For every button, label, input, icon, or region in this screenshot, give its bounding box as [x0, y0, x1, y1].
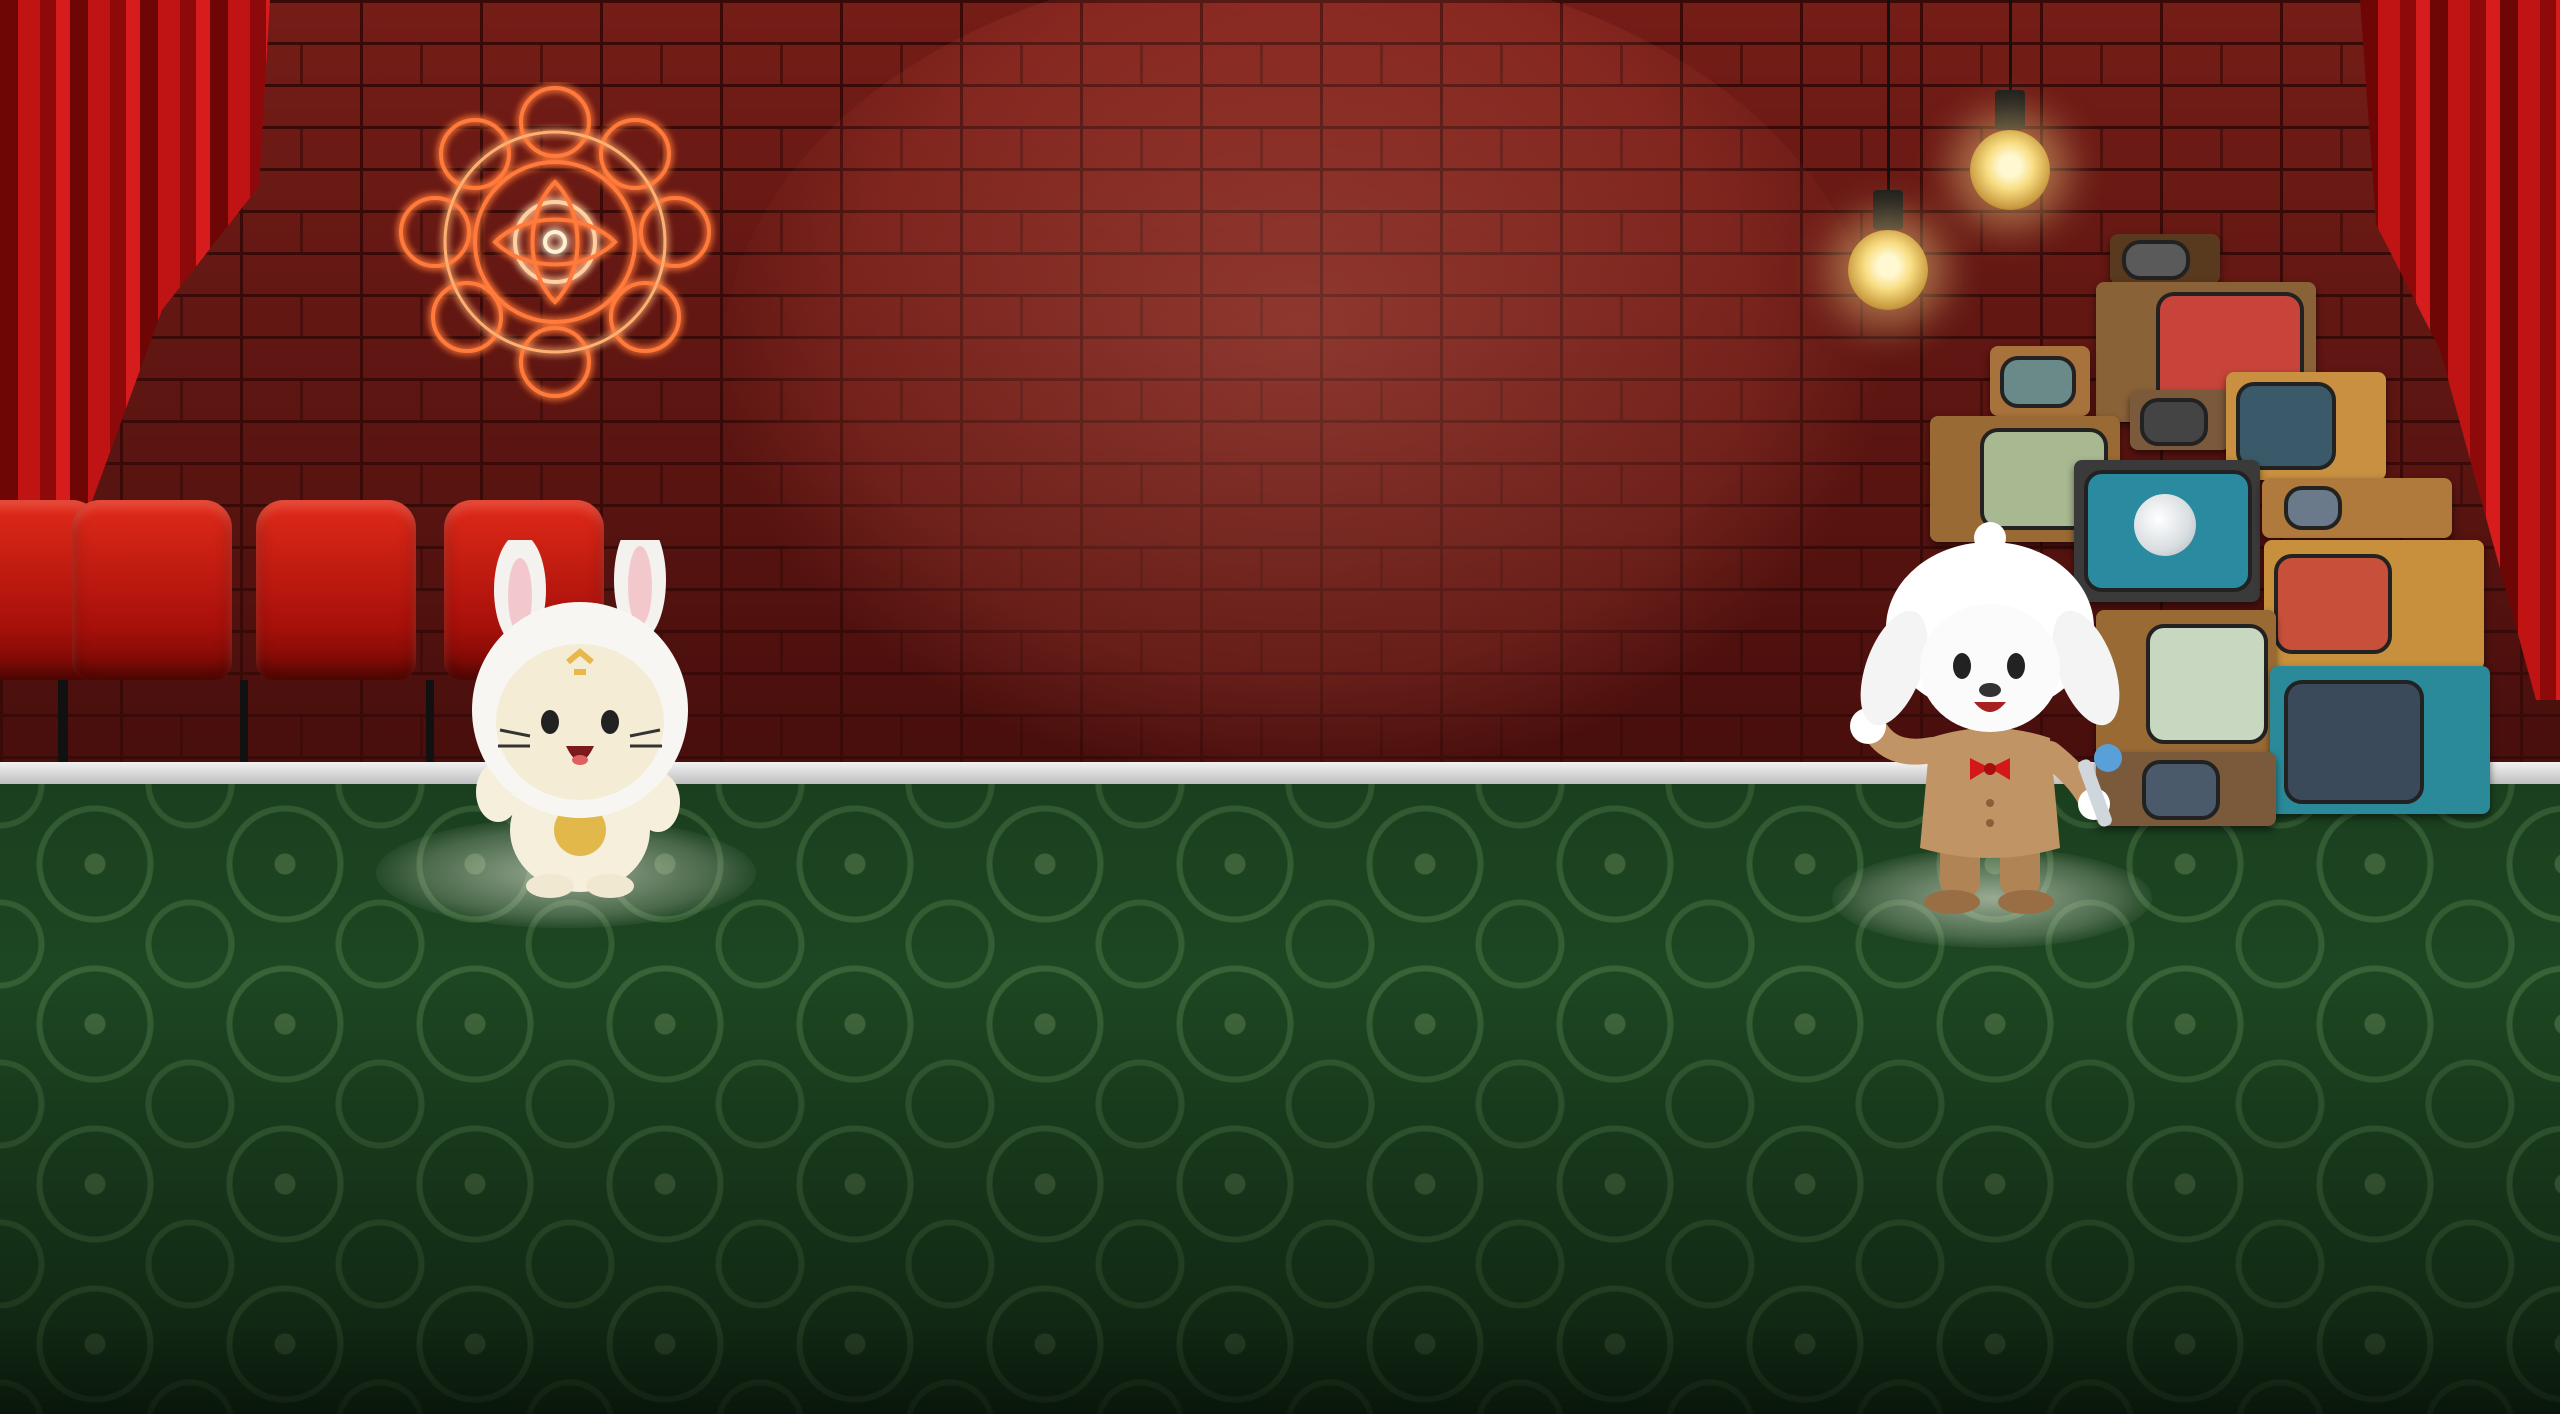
tv-set — [2264, 540, 2484, 670]
white-sheep-with-microphone[interactable] — [1840, 518, 2140, 918]
tv-set — [2270, 666, 2490, 814]
mooncake-neon-icon — [399, 86, 711, 398]
chair-seat — [256, 500, 416, 680]
chair-seat — [72, 500, 232, 680]
tv-set — [2262, 478, 2452, 538]
game-stage — [0, 0, 2560, 1414]
hanging-bulb-icon — [1848, 0, 1928, 310]
tv-set — [1990, 346, 2090, 416]
tv-set — [2130, 390, 2230, 450]
tv-set — [2110, 234, 2220, 284]
moon-icon — [2134, 494, 2196, 556]
white-cat-in-bunny-hood[interactable] — [440, 540, 720, 900]
hanging-bulb-icon — [1970, 0, 2050, 210]
spotlight — [720, 0, 1880, 780]
